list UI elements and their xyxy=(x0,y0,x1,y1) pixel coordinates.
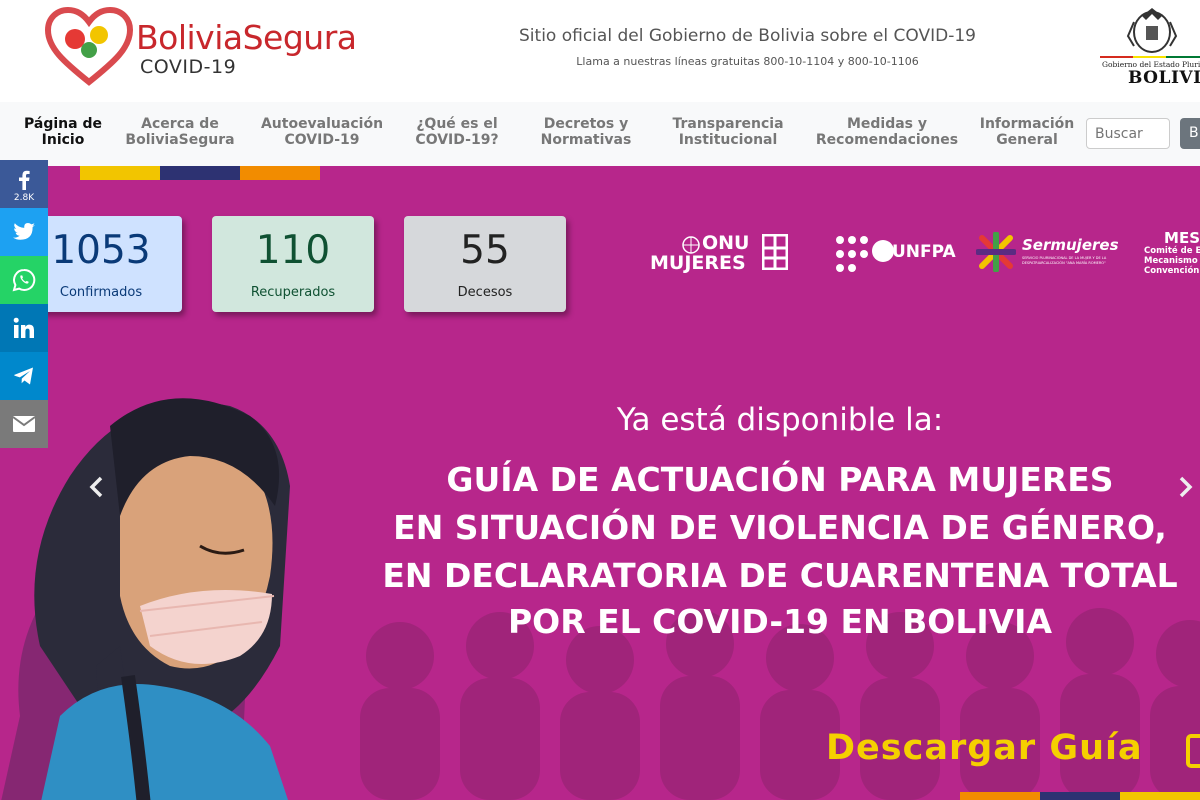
un-emblem-icon xyxy=(872,240,894,262)
mesecvi-subtext: Convención B xyxy=(1144,266,1200,276)
nav-label: Normativas xyxy=(540,132,632,148)
nav-label: Institucional xyxy=(678,132,778,148)
nav-item-home[interactable]: Página de Inicio xyxy=(18,116,108,148)
hero-carousel-slide[interactable]: 1053 Confirmados 110 Recuperados 55 Dece… xyxy=(0,166,1200,800)
nav-label: COVID-19? xyxy=(415,132,499,148)
download-guide-link[interactable]: Descargar Guía xyxy=(826,728,1143,768)
nav-label: Decretos y xyxy=(543,116,629,132)
facebook-share-button[interactable]: 2.8K xyxy=(0,160,48,208)
search-button[interactable]: B xyxy=(1180,118,1200,149)
email-icon xyxy=(12,416,36,432)
nav-item-decrees[interactable]: Decretos y Normativas xyxy=(528,116,644,148)
nav-label: Inicio xyxy=(41,132,85,148)
twitter-share-button[interactable] xyxy=(0,208,48,256)
hotline-text: Llama a nuestras líneas gratuitas 800-10… xyxy=(576,55,919,68)
chevron-left-icon[interactable] xyxy=(82,472,112,502)
nav-item-measures[interactable]: Medidas y Recomendaciones xyxy=(810,116,964,148)
mesecvi-subtext: Comité de E xyxy=(1144,246,1200,256)
unfpa-text: UNFPA xyxy=(892,242,956,262)
download-icon[interactable] xyxy=(1186,734,1200,768)
stat-value: 110 xyxy=(255,228,331,273)
whatsapp-share-button[interactable] xyxy=(0,256,48,304)
nav-label: Autoevaluación xyxy=(260,116,384,132)
government-logo[interactable]: Gobierno del Estado Plurinacional de BOL… xyxy=(1098,6,1200,92)
linkedin-share-button[interactable] xyxy=(0,304,48,352)
linkedin-icon xyxy=(13,317,34,338)
site-tagline: Sitio oficial del Gobierno de Bolivia so… xyxy=(519,26,976,46)
whatsapp-icon xyxy=(12,268,36,292)
stat-value: 55 xyxy=(460,228,510,273)
coat-of-arms-icon xyxy=(1126,8,1178,53)
site-header: BoliviaSegura COVID-19 Sitio oficial del… xyxy=(0,0,1200,102)
gov-country-name: BOLIVIA xyxy=(1128,68,1200,88)
stat-card-deaths: 55 Decesos xyxy=(404,216,566,312)
nav-label: Medidas y xyxy=(846,116,928,132)
nav-label: Recomendaciones xyxy=(815,132,959,148)
nav-label: ¿Qué es el xyxy=(416,116,498,132)
facebook-icon xyxy=(19,170,30,190)
unfpa-logo: UNFPA xyxy=(832,232,956,278)
mesecvi-logo: MES Comité de E Mecanismo de S Convenció… xyxy=(1144,230,1200,286)
flag-stripe-navy xyxy=(1040,792,1120,800)
flag-stripe-yellow xyxy=(1120,792,1200,800)
hero-title-line: EN DECLARATORIA DE CUARENTENA TOTAL xyxy=(382,556,1178,595)
nav-label: Acerca de xyxy=(141,116,219,132)
nav-label: General xyxy=(996,132,1058,148)
nav-label: Información xyxy=(979,116,1075,132)
flag-stripe-orange xyxy=(240,166,320,180)
flag-stripe-navy xyxy=(160,166,240,180)
sermujeres-logo: Sermujeres SERVICIO PLURINACIONAL DE LA … xyxy=(976,232,1119,278)
flag-line xyxy=(1100,56,1200,58)
sermujeres-star-icon xyxy=(976,232,1016,272)
nav-label: BoliviaSegura xyxy=(125,132,235,148)
flag-stripe-yellow xyxy=(80,166,160,180)
hero-title-line: EN SITUACIÓN DE VIOLENCIA DE GÉNERO, xyxy=(393,508,1167,547)
mujeres-text: MUJERES xyxy=(650,252,746,274)
telegram-share-button[interactable] xyxy=(0,352,48,400)
equality-symbol-icon xyxy=(762,234,788,270)
stat-label: Decesos xyxy=(457,285,513,300)
hero-title-line: GUÍA DE ACTUACIÓN PARA MUJERES xyxy=(446,460,1114,499)
telegram-icon xyxy=(14,367,33,385)
onu-mujeres-logo: ONU MUJERES xyxy=(650,232,790,278)
bolivia-segura-logo[interactable]: BoliviaSegura COVID-19 xyxy=(44,6,384,86)
sermujeres-text: Sermujeres xyxy=(1022,236,1119,254)
mesecvi-text: MES xyxy=(1164,230,1200,247)
nav-item-self-assessment[interactable]: Autoevaluación COVID-19 xyxy=(254,116,390,148)
sermujeres-subtext: SERVICIO PLURINACIONAL DE LA MUJER Y DE … xyxy=(1022,256,1107,265)
nav-item-what-is-covid[interactable]: ¿Qué es el COVID-19? xyxy=(406,116,508,148)
twitter-icon xyxy=(13,223,35,240)
onu-text: ONU xyxy=(702,232,750,254)
nav-item-general-info[interactable]: Información General xyxy=(976,116,1078,148)
main-navbar: Página de Inicio Acerca de BoliviaSegura… xyxy=(0,102,1200,166)
brand-subtitle: COVID-19 xyxy=(140,56,237,78)
unfpa-dots-icon xyxy=(836,236,868,272)
chevron-right-icon[interactable] xyxy=(1170,472,1200,502)
woman-illustration xyxy=(1,398,291,800)
mesecvi-subtext: Mecanismo de S xyxy=(1144,256,1200,266)
stat-label: Recuperados xyxy=(250,285,336,300)
nav-label: COVID-19 xyxy=(284,132,360,148)
nav-label: Transparencia xyxy=(672,116,784,132)
share-count: 2.8K xyxy=(13,193,35,203)
brand-title: BoliviaSegura xyxy=(136,18,357,57)
nav-item-about[interactable]: Acerca de BoliviaSegura xyxy=(118,116,242,148)
hero-lead-text: Ya está disponible la: xyxy=(616,402,944,438)
nav-label: Página de xyxy=(24,116,102,132)
nav-item-transparency[interactable]: Transparencia Institucional xyxy=(664,116,792,148)
stat-card-recovered: 110 Recuperados xyxy=(212,216,374,312)
flag-stripe-orange xyxy=(960,792,1040,800)
email-share-button[interactable] xyxy=(0,400,48,448)
hero-title-line: POR EL COVID-19 EN BOLIVIA xyxy=(507,602,1053,641)
search-input[interactable] xyxy=(1086,118,1170,149)
heart-logo-icon xyxy=(44,6,134,86)
